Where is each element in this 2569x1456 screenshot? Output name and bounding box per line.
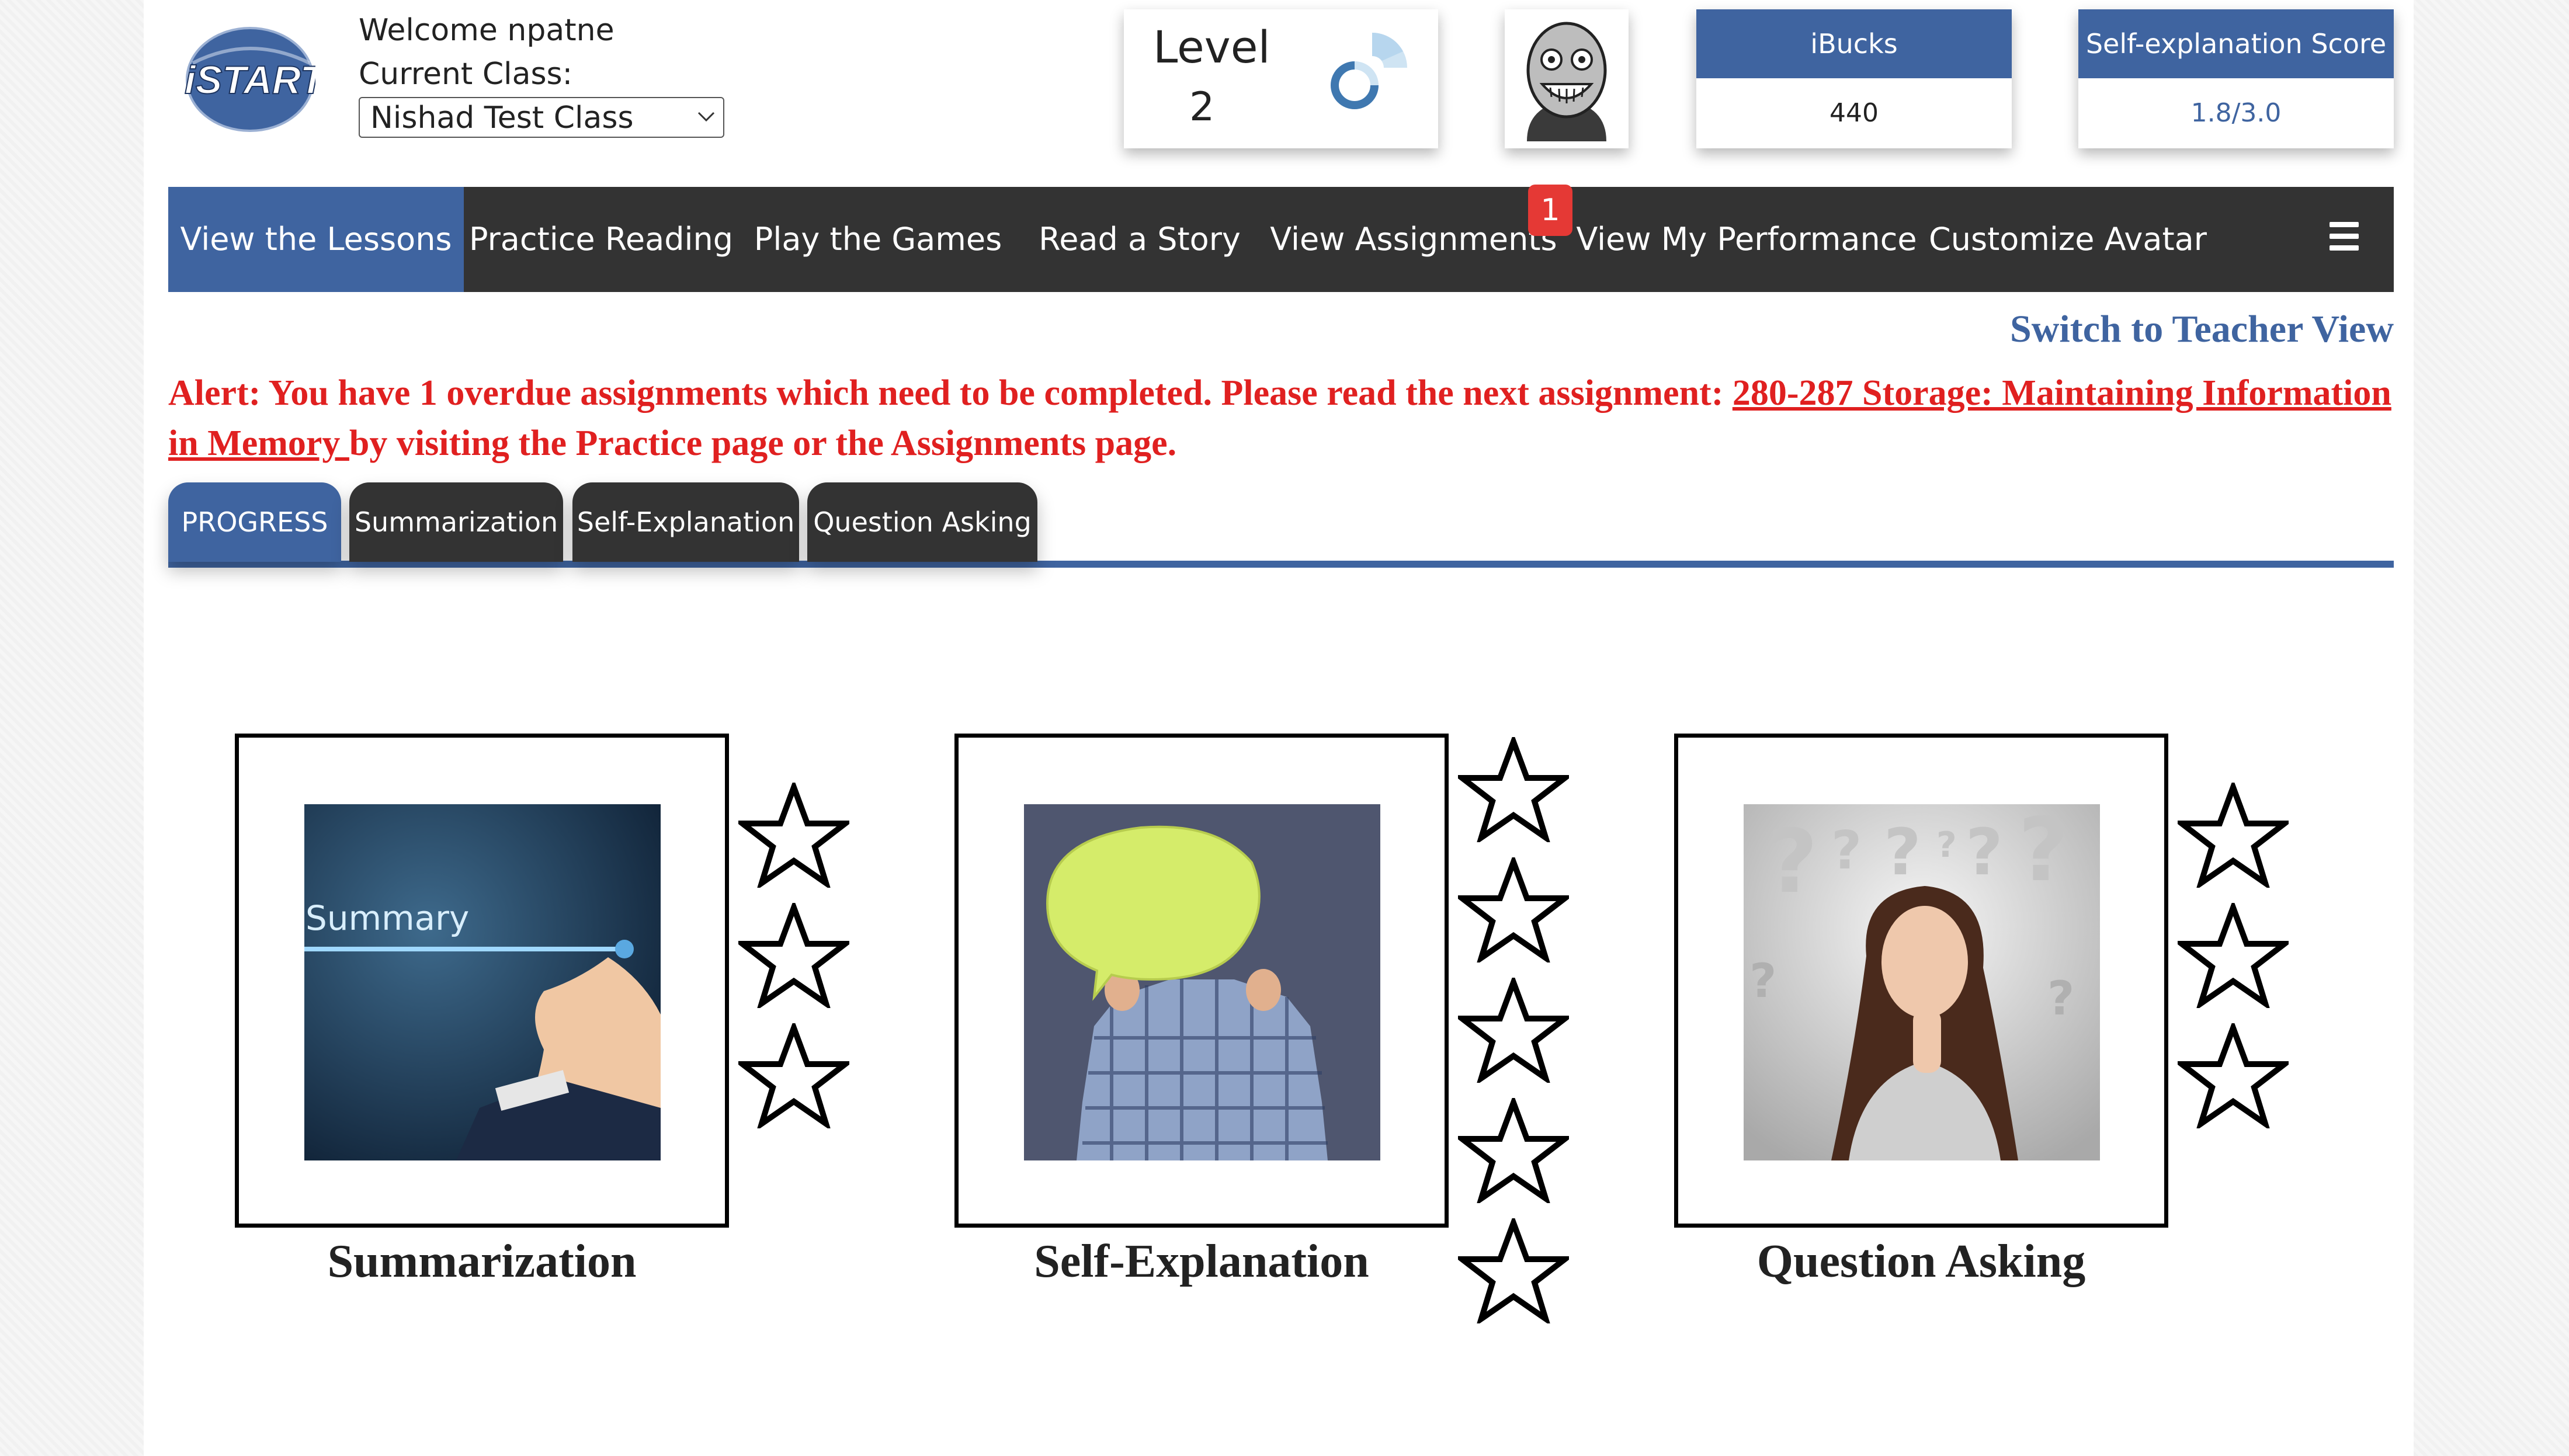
alert-suffix: by visiting the Practice page or the Ass… bbox=[349, 423, 1177, 463]
self-explanation-image bbox=[1024, 804, 1380, 1160]
svg-text:?: ? bbox=[2018, 804, 2069, 901]
svg-text:?: ? bbox=[1884, 815, 1921, 889]
svg-text:?: ? bbox=[2047, 971, 2074, 1026]
star-icon bbox=[1453, 1094, 1574, 1206]
class-select-value: Nishad Test Class bbox=[370, 100, 634, 135]
svg-text:?: ? bbox=[1831, 820, 1862, 881]
hamburger-icon[interactable] bbox=[2330, 222, 2359, 251]
assignments-count-badge: 1 bbox=[1528, 185, 1572, 236]
avatar-card[interactable] bbox=[1505, 9, 1629, 148]
tab-progress[interactable]: PROGRESS bbox=[168, 482, 341, 562]
summarization-image: Summary bbox=[304, 804, 661, 1160]
self-explanation-score-label: Self-explanation Score bbox=[2078, 9, 2394, 78]
avatar bbox=[1526, 22, 1607, 141]
star-icon bbox=[2173, 899, 2293, 1011]
question-asking-panel[interactable]: ? ? ? ? ? ? ? ? bbox=[1674, 734, 2168, 1228]
question-asking-image: ? ? ? ? ? ? ? ? bbox=[1744, 804, 2100, 1160]
chevron-down-icon bbox=[697, 112, 715, 122]
logo-text: iSTART bbox=[185, 58, 315, 102]
star-icon bbox=[2173, 779, 2293, 891]
tab-summarization[interactable]: Summarization bbox=[349, 482, 563, 562]
istart-logo[interactable]: iSTART bbox=[181, 22, 328, 133]
level-value: 2 bbox=[1189, 84, 1215, 130]
ibucks-card: iBucks 440 bbox=[1696, 9, 2012, 148]
star-icon bbox=[1453, 853, 1574, 965]
star-icon bbox=[1453, 974, 1574, 1086]
svg-text:?: ? bbox=[1966, 815, 2003, 889]
level-card: Level 2 bbox=[1124, 9, 1438, 148]
self-explanation-panel[interactable] bbox=[954, 734, 1449, 1228]
tab-self-explanation[interactable]: Self-Explanation bbox=[572, 482, 799, 562]
nav-view-assignments[interactable]: View Assignments bbox=[1262, 187, 1565, 292]
self-explanation-score-value: 1.8/3.0 bbox=[2190, 98, 2282, 128]
self-explanation-caption: Self-Explanation bbox=[1034, 1236, 1369, 1287]
nav-practice-reading[interactable]: Practice Reading bbox=[464, 187, 738, 292]
summarization-panel[interactable]: Summary bbox=[235, 734, 729, 1228]
svg-text:?: ? bbox=[1749, 954, 1776, 1008]
ibucks-label: iBucks bbox=[1696, 9, 2012, 78]
star-icon bbox=[734, 779, 854, 891]
summarization-caption: Summarization bbox=[327, 1236, 637, 1287]
star-icon bbox=[734, 1019, 854, 1131]
nav-view-lessons[interactable]: View the Lessons bbox=[168, 187, 464, 292]
class-select[interactable]: Nishad Test Class bbox=[359, 97, 724, 138]
svg-text:?: ? bbox=[1936, 825, 1957, 866]
switch-teacher-view-link[interactable]: Switch to Teacher View bbox=[2010, 303, 2394, 356]
level-progress-icon bbox=[1331, 33, 1407, 109]
self-explanation-score-card: Self-explanation Score 1.8/3.0 bbox=[2078, 9, 2394, 148]
nav-view-performance[interactable]: View My Performance bbox=[1571, 187, 1922, 292]
summary-image-text: Summary bbox=[305, 898, 469, 938]
current-class-label: Current Class: bbox=[359, 57, 573, 92]
alert-prefix: Alert: You have 1 overdue assignments wh… bbox=[168, 373, 1733, 413]
star-icon bbox=[1453, 1214, 1574, 1326]
svg-text:?: ? bbox=[1767, 811, 1818, 913]
star-icon bbox=[2173, 1019, 2293, 1131]
level-label: Level bbox=[1153, 21, 1270, 73]
star-icon bbox=[1453, 733, 1574, 845]
welcome-text: Welcome npatne bbox=[359, 13, 615, 48]
tab-question-asking[interactable]: Question Asking bbox=[807, 482, 1037, 562]
main-nav: View the Lessons Practice Reading Play t… bbox=[168, 185, 2394, 292]
question-asking-caption: Question Asking bbox=[1756, 1236, 2086, 1287]
overdue-alert: Alert: You have 1 overdue assignments wh… bbox=[168, 368, 2405, 468]
nav-customize-avatar[interactable]: Customize Avatar bbox=[1922, 187, 2214, 292]
nav-play-games[interactable]: Play the Games bbox=[738, 187, 1018, 292]
star-icon bbox=[734, 899, 854, 1011]
nav-read-story[interactable]: Read a Story bbox=[1018, 187, 1262, 292]
ibucks-value: 440 bbox=[1829, 98, 1879, 128]
